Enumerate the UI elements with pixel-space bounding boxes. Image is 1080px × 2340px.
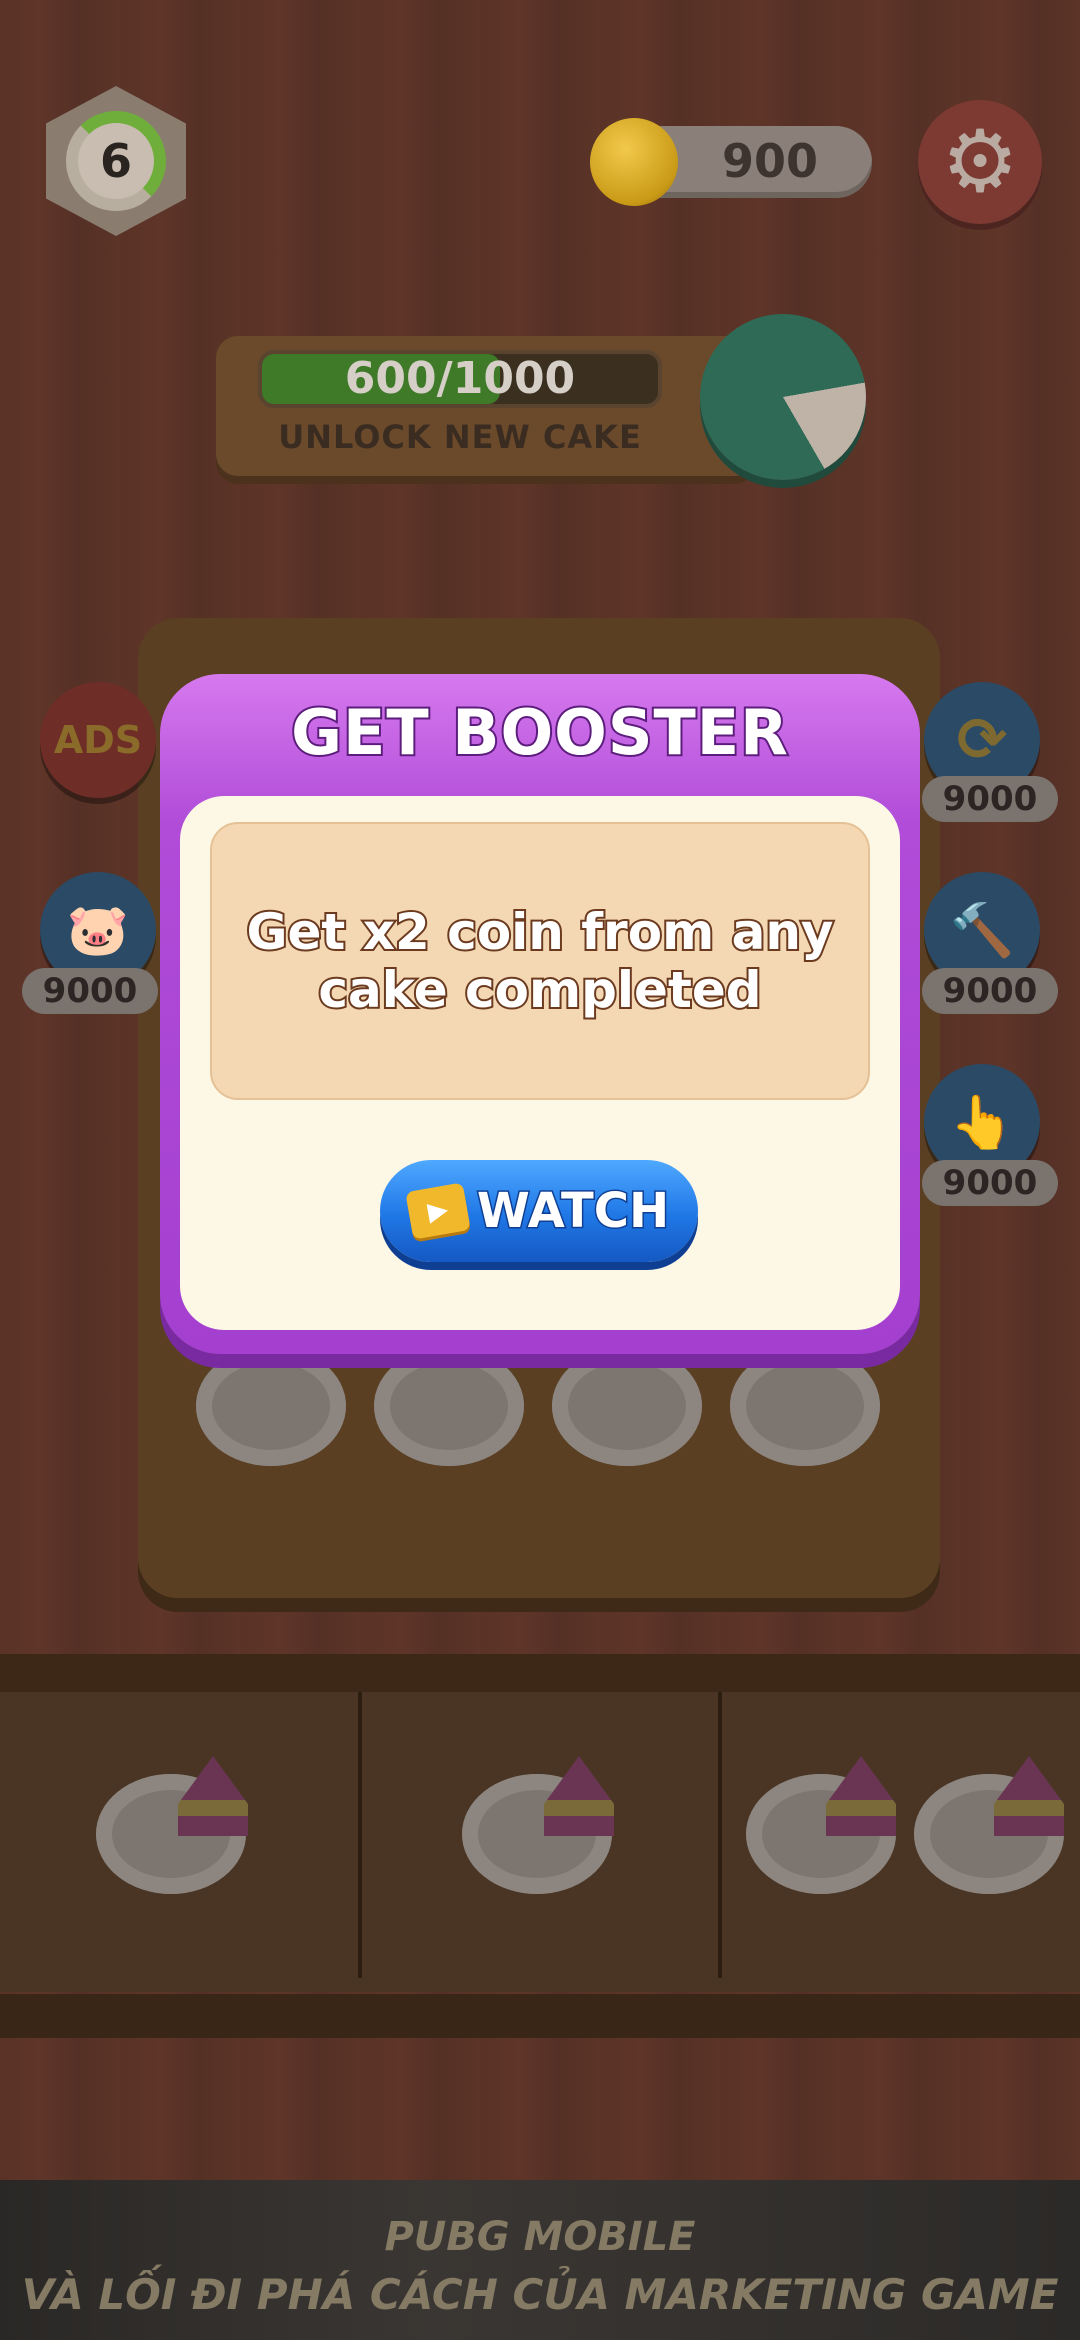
board-plate[interactable]: [552, 1346, 702, 1466]
shelf-divider: [718, 1692, 722, 1978]
settings-button[interactable]: ⚙: [918, 100, 1042, 224]
watch-ad-button[interactable]: ▶ WATCH: [380, 1160, 698, 1262]
hammer-price: 9000: [922, 968, 1058, 1014]
shelf-divider: [358, 1692, 362, 1978]
piggy-price: 9000: [22, 968, 158, 1014]
coin-icon: [590, 118, 678, 206]
hand-icon: 👆: [949, 1092, 1015, 1153]
level-number: 6: [99, 134, 132, 188]
gear-icon: ⚙: [941, 112, 1019, 212]
shuffle-price: 9000: [922, 776, 1058, 822]
board-plate[interactable]: [374, 1346, 524, 1466]
ad-headline: PUBG MOBILE: [384, 2214, 696, 2260]
coin-amount: 900: [721, 134, 819, 188]
description-box: Get x2 coin from any cake completed: [210, 822, 870, 1100]
board-plate[interactable]: [730, 1346, 880, 1466]
hand-price: 9000: [922, 1160, 1058, 1206]
unlock-label: UNLOCK NEW CAKE: [278, 418, 642, 456]
ads-booster-button[interactable]: ADS: [40, 682, 156, 798]
shelf-base: [0, 1994, 1080, 2038]
dialog-title: GET BOOSTER: [289, 694, 790, 771]
shelf-edge: [0, 1654, 1080, 1692]
progress-text: 600/1000: [344, 353, 576, 404]
booster-description: Get x2 coin from any cake completed: [244, 901, 835, 1021]
ad-subheadline: VÀ LỐI ĐI PHÁ CÁCH CỦA MARKETING GAME: [21, 2270, 1059, 2319]
refresh-icon: ⟳: [956, 705, 1008, 775]
piggy-bank-icon: 🐷: [66, 900, 130, 959]
video-play-icon: ▶: [405, 1182, 471, 1240]
hammer-icon: 🔨: [949, 900, 1015, 961]
cake-icon: [700, 314, 866, 480]
level-progress-ring: 6: [66, 111, 166, 211]
ads-label: ADS: [53, 718, 143, 762]
watch-label: WATCH: [475, 1182, 670, 1241]
board-plate[interactable]: [196, 1346, 346, 1466]
